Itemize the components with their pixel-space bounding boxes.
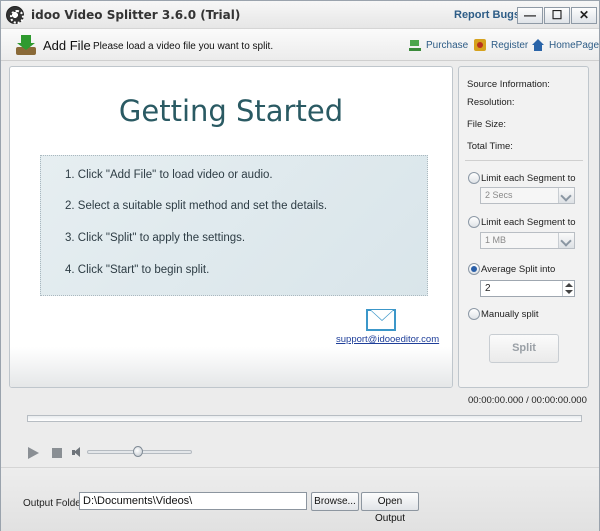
split-by-time-label: Limit each Segment to	[481, 173, 576, 184]
chevron-down-icon	[558, 233, 574, 248]
volume-icon[interactable]	[72, 447, 84, 458]
output-folder-label: Output Folder:	[23, 498, 87, 509]
step-3: 3. Click "Split" to apply the settings.	[65, 232, 246, 244]
support-email-link[interactable]: support@idooeditor.com	[336, 334, 439, 345]
split-button[interactable]: Split	[489, 334, 559, 363]
title-bar: idoo Video Splitter 3.6.0 (Trial) Report…	[1, 1, 599, 29]
purchase-link[interactable]: Purchase	[409, 39, 468, 51]
register-link[interactable]: Register	[474, 39, 528, 51]
cart-icon	[409, 39, 421, 51]
split-size-select[interactable]: 1 MB	[480, 232, 575, 249]
window-title: idoo Video Splitter 3.6.0 (Trial)	[31, 8, 241, 22]
homepage-label: HomePage	[549, 39, 600, 51]
browse-button[interactable]: Browse...	[311, 492, 359, 511]
average-split-value: 2	[485, 283, 491, 294]
open-output-button[interactable]: Open Output	[361, 492, 419, 524]
split-by-size-radio[interactable]	[468, 216, 480, 228]
toolbar-hint: Please load a video file you want to spl…	[93, 41, 274, 52]
add-file-label: Add File	[43, 37, 91, 53]
divider	[465, 160, 583, 161]
total-time-label: Total Time:	[467, 141, 513, 152]
play-icon[interactable]	[28, 447, 39, 459]
average-split-stepper[interactable]: 2	[480, 280, 575, 297]
add-file-icon	[15, 35, 37, 55]
split-time-select[interactable]: 2 Secs	[480, 187, 575, 204]
stop-icon[interactable]	[52, 448, 62, 458]
step-1: 1. Click "Add File" to load video or aud…	[65, 169, 273, 181]
homepage-link[interactable]: HomePage	[532, 39, 599, 51]
film-reel-icon	[6, 6, 24, 24]
split-by-size-label: Limit each Segment to	[481, 217, 576, 228]
average-split-label: Average Split into	[481, 264, 556, 275]
maximize-button[interactable]: ☐	[544, 7, 570, 24]
register-icon	[474, 39, 486, 51]
preview-panel: Getting Started 1. Click "Add File" to l…	[9, 66, 453, 388]
step-4: 4. Click "Start" to begin split.	[65, 264, 210, 276]
steps-box: 1. Click "Add File" to load video or aud…	[40, 155, 428, 296]
file-size-label: File Size:	[467, 119, 507, 130]
seek-bar[interactable]	[27, 415, 582, 422]
time-readout: 00:00:00.000 / 00:00:00.000	[468, 395, 587, 406]
mail-icon[interactable]	[366, 309, 396, 331]
split-size-value: 1 MB	[485, 235, 507, 245]
toolbar: Add File Please load a video file you wa…	[1, 29, 599, 61]
stepper-arrows-icon[interactable]	[562, 281, 574, 296]
volume-slider-handle[interactable]	[133, 446, 143, 457]
step-2: 2. Select a suitable split method and se…	[65, 200, 328, 212]
output-folder-input[interactable]	[79, 492, 307, 510]
manual-split-label: Manually split	[481, 309, 539, 320]
options-panel: Source Information: Resolution: File Siz…	[458, 66, 589, 388]
manual-split-radio[interactable]	[468, 308, 480, 320]
close-button[interactable]: ✕	[571, 7, 597, 24]
chevron-down-icon	[558, 188, 574, 203]
resolution-label: Resolution:	[467, 97, 515, 108]
average-split-radio[interactable]	[468, 263, 480, 275]
purchase-label: Purchase	[426, 39, 469, 51]
register-label: Register	[491, 39, 529, 51]
split-by-time-radio[interactable]	[468, 172, 480, 184]
home-icon	[532, 39, 544, 51]
getting-started-heading: Getting Started	[118, 94, 344, 128]
minimize-button[interactable]: —	[517, 7, 543, 24]
app-window: idoo Video Splitter 3.6.0 (Trial) Report…	[0, 0, 600, 531]
split-time-value: 2 Secs	[485, 190, 513, 200]
source-info-label: Source Information:	[467, 79, 550, 90]
report-bugs-link[interactable]: Report Bugs	[454, 9, 520, 21]
add-file-button[interactable]: Add File	[15, 33, 91, 57]
